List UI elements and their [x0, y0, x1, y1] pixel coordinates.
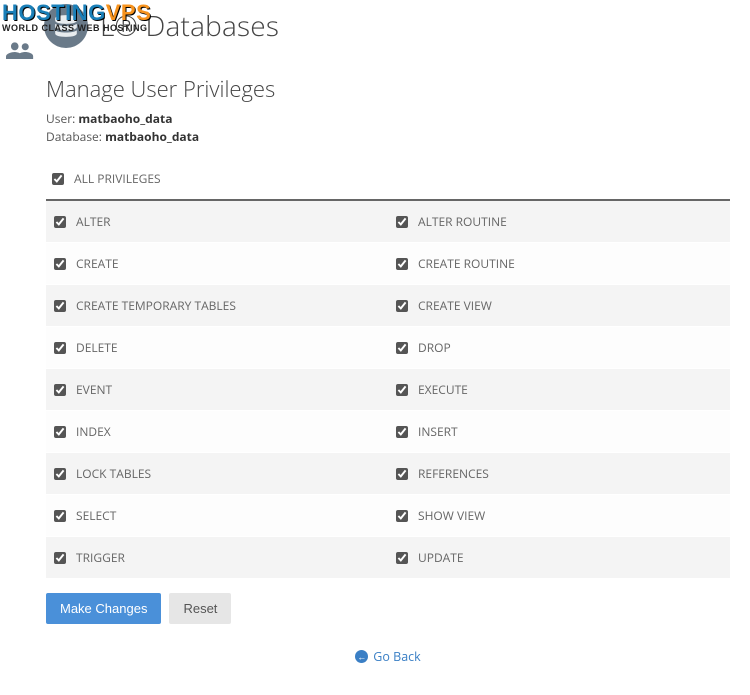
privilege-checkbox[interactable] — [54, 384, 66, 396]
privilege-label: INSERT — [418, 423, 458, 440]
privilege-checkbox[interactable] — [54, 552, 66, 564]
privilege-checkbox[interactable] — [396, 510, 408, 522]
privilege-checkbox[interactable] — [54, 216, 66, 228]
privilege-label: CREATE — [76, 255, 119, 272]
all-privileges-label: ALL PRIVILEGES — [74, 170, 161, 187]
user-label: User: — [46, 110, 78, 127]
privilege-label: SHOW VIEW — [418, 507, 485, 524]
go-back-label: Go Back — [373, 648, 420, 665]
privilege-checkbox[interactable] — [54, 426, 66, 438]
page-title: L® Databases — [100, 7, 279, 45]
privilege-checkbox[interactable] — [54, 510, 66, 522]
privilege-checkbox[interactable] — [54, 342, 66, 354]
privilege-checkbox[interactable] — [396, 342, 408, 354]
privilege-checkbox[interactable] — [54, 300, 66, 312]
privilege-label: CREATE TEMPORARY TABLES — [76, 297, 236, 314]
privilege-checkbox[interactable] — [54, 258, 66, 270]
privilege-checkbox[interactable] — [396, 300, 408, 312]
privilege-checkbox[interactable] — [396, 426, 408, 438]
privilege-checkbox[interactable] — [396, 216, 408, 228]
all-privileges-checkbox[interactable] — [52, 173, 64, 185]
privilege-label: ALTER — [76, 213, 111, 230]
privilege-checkbox[interactable] — [396, 384, 408, 396]
privilege-checkbox[interactable] — [54, 468, 66, 480]
make-changes-button[interactable]: Make Changes — [46, 593, 161, 624]
privilege-label: DELETE — [76, 339, 118, 356]
arrow-left-icon: ← — [355, 650, 368, 663]
privilege-checkbox[interactable] — [396, 468, 408, 480]
database-value: matbaoho_data — [105, 128, 199, 145]
privilege-label: REFERENCES — [418, 465, 489, 482]
privilege-label: UPDATE — [418, 549, 464, 566]
database-icon — [44, 4, 88, 48]
privilege-label: INDEX — [76, 423, 111, 440]
section-title: Manage User Privileges — [46, 74, 730, 104]
privilege-label: SELECT — [76, 507, 116, 524]
reset-button[interactable]: Reset — [169, 593, 231, 624]
privilege-label: DROP — [418, 339, 451, 356]
privilege-label: LOCK TABLES — [76, 465, 151, 482]
privilege-label: CREATE ROUTINE — [418, 255, 515, 272]
privilege-checkbox[interactable] — [396, 258, 408, 270]
database-label: Database: — [46, 128, 105, 145]
privileges-table: ALTER ALTER ROUTINE CREATE CREATE ROUTINE CR… — [46, 201, 730, 579]
privilege-label: EVENT — [76, 381, 112, 398]
privilege-label: CREATE VIEW — [418, 297, 492, 314]
privilege-checkbox[interactable] — [396, 552, 408, 564]
privilege-label: EXECUTE — [418, 381, 468, 398]
user-value: matbaoho_data — [78, 110, 172, 127]
users-icon — [6, 40, 34, 68]
privilege-label: TRIGGER — [76, 549, 125, 566]
go-back-link[interactable]: ← Go Back — [355, 648, 420, 665]
privilege-label: ALTER ROUTINE — [418, 213, 507, 230]
